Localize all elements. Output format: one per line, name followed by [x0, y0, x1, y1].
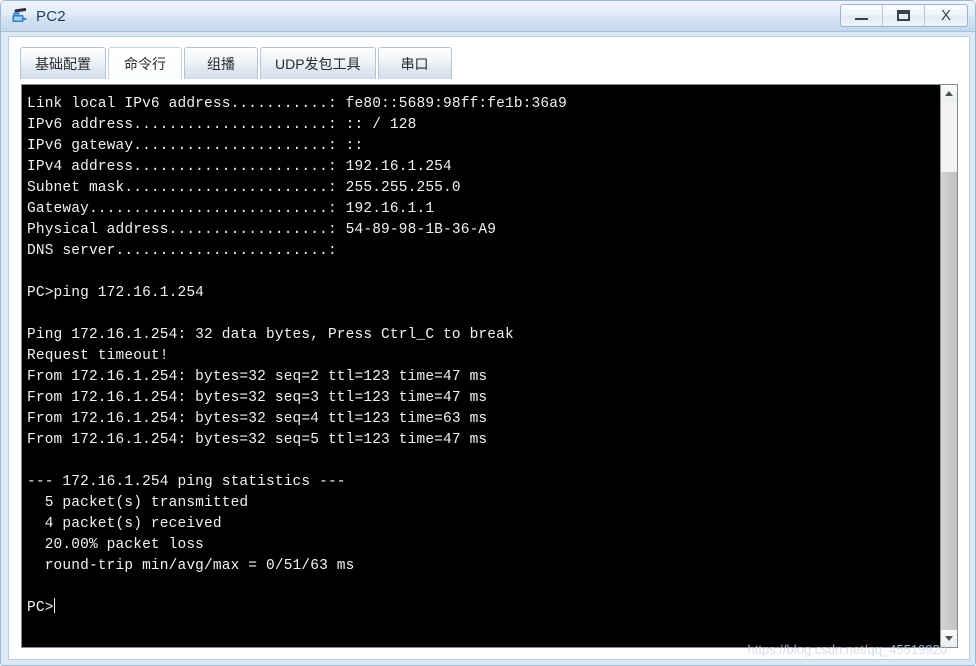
- window-controls: X: [840, 4, 968, 27]
- maximize-button[interactable]: [883, 5, 925, 26]
- tab-label: 串口: [400, 55, 429, 72]
- title-bar-left: PC2: [10, 1, 66, 32]
- terminal-line: IPv4 address......................: 192.…: [27, 159, 452, 175]
- terminal-prompt: PC>: [27, 600, 54, 616]
- tab-label: UDP发包工具: [275, 55, 361, 72]
- terminal-line: Link local IPv6 address...........: fe80…: [27, 96, 567, 112]
- terminal-line: IPv6 gateway......................: ::: [27, 138, 364, 154]
- tab-udp-packet-tool[interactable]: UDP发包工具: [260, 47, 376, 79]
- terminal-line: Subnet mask.......................: 255.…: [27, 180, 461, 196]
- text-cursor: [53, 598, 55, 613]
- terminal-output[interactable]: Link local IPv6 address...........: fe80…: [22, 85, 940, 647]
- terminal-line: Request timeout!: [27, 348, 169, 364]
- tab-basic-config[interactable]: 基础配置: [20, 47, 106, 79]
- terminal-line: IPv6 address......................: :: /…: [27, 117, 417, 133]
- terminal-line: 4 packet(s) received: [27, 516, 222, 532]
- minimize-button[interactable]: [841, 5, 883, 26]
- minimize-icon: [855, 18, 868, 20]
- pc2-window: PC2 X 基础配置 命令行 组播 UDP发包工具 串口 Link local …: [0, 0, 976, 666]
- terminal-line: Ping 172.16.1.254: 32 data bytes, Press …: [27, 327, 514, 343]
- terminal-prompt-line[interactable]: PC>: [27, 598, 940, 619]
- terminal-line: round-trip min/avg/max = 0/51/63 ms: [27, 558, 355, 574]
- window-title: PC2: [36, 8, 66, 25]
- close-button[interactable]: X: [925, 5, 967, 26]
- terminal-line: From 172.16.1.254: bytes=32 seq=5 ttl=12…: [27, 432, 488, 448]
- terminal-panel: Link local IPv6 address...........: fe80…: [21, 84, 958, 648]
- chevron-down-icon: [945, 636, 953, 641]
- terminal-line: From 172.16.1.254: bytes=32 seq=4 ttl=12…: [27, 411, 488, 427]
- scroll-up-button[interactable]: [941, 85, 957, 102]
- close-icon: X: [940, 7, 951, 24]
- tab-strip: 基础配置 命令行 组播 UDP发包工具 串口: [20, 45, 452, 79]
- tab-label: 命令行: [124, 55, 166, 72]
- terminal-scrollbar[interactable]: [940, 85, 957, 647]
- terminal-line: DNS server........................:: [27, 243, 337, 259]
- terminal-line: 5 packet(s) transmitted: [27, 495, 249, 511]
- tab-serial-port[interactable]: 串口: [377, 47, 452, 79]
- tab-command-line[interactable]: 命令行: [108, 47, 182, 79]
- tab-label: 组播: [207, 55, 235, 72]
- tab-label: 基础配置: [35, 55, 91, 72]
- pc-device-icon: [10, 7, 29, 26]
- terminal-line: Physical address..................: 54-8…: [27, 222, 497, 238]
- terminal-line: 20.00% packet loss: [27, 537, 205, 553]
- terminal-line: PC>ping 172.16.1.254: [27, 285, 205, 301]
- chevron-up-icon: [945, 91, 953, 96]
- scrollbar-thumb[interactable]: [941, 172, 957, 630]
- terminal-line: From 172.16.1.254: bytes=32 seq=3 ttl=12…: [27, 390, 488, 406]
- terminal-line: Gateway...........................: 192.…: [27, 201, 435, 217]
- terminal-line: From 172.16.1.254: bytes=32 seq=2 ttl=12…: [27, 369, 488, 385]
- title-bar[interactable]: PC2 X: [1, 1, 975, 32]
- tab-multicast[interactable]: 组播: [184, 47, 258, 79]
- client-area: 基础配置 命令行 组播 UDP发包工具 串口 Link local IPv6 a…: [8, 36, 970, 660]
- scrollbar-track[interactable]: [941, 102, 957, 630]
- terminal-line: --- 172.16.1.254 ping statistics ---: [27, 474, 346, 490]
- maximize-icon: [897, 10, 910, 21]
- scroll-down-button[interactable]: [941, 630, 957, 647]
